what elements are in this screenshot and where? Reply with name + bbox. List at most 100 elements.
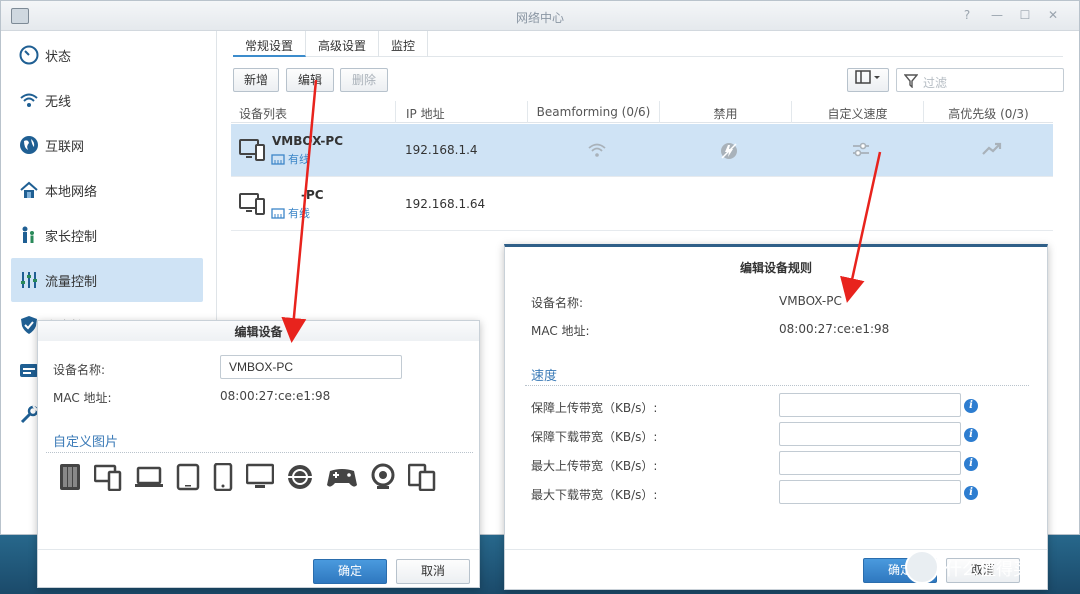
priority-trend-icon[interactable] [981, 141, 1003, 157]
device-name: -PC [301, 188, 324, 202]
guaranteed-upload-input[interactable] [779, 393, 961, 417]
image-picker [58, 463, 436, 491]
disable-icon[interactable] [719, 141, 739, 161]
gamepad-icon[interactable] [326, 463, 358, 491]
sidebar-item-wireless[interactable]: 无线 [11, 78, 203, 122]
network-globe-icon[interactable] [286, 463, 314, 491]
device-table-header: 设备列表 IP 地址 Beamforming (0/6) 禁用 自定义速度 高优… [231, 101, 1053, 123]
dialog-title: 编辑设备 [234, 325, 283, 339]
delete-button[interactable]: 删除 [340, 68, 388, 92]
window-title: 网络中心 [515, 11, 564, 25]
sidebar-item-internet[interactable]: 互联网 [11, 123, 203, 167]
edit-device-dialog: 编辑设备 设备名称: MAC 地址: 08:00:27:ce:e1:98 自定义… [37, 320, 480, 588]
sidebar-item-label: 无线 [45, 94, 72, 110]
info-icon[interactable]: i [964, 457, 978, 471]
ok-button[interactable]: 确定 [313, 559, 387, 584]
connection-label: 有线 [288, 153, 310, 166]
device-ip: 192.168.1.4 [405, 143, 478, 157]
connection-label: 有线 [288, 207, 310, 220]
tab-monitor[interactable]: 监控 [379, 31, 429, 57]
beamforming-wifi-icon[interactable] [587, 141, 607, 159]
sidebar-item-label: 状态 [45, 49, 72, 65]
sliders-icon [19, 270, 39, 290]
mac-value: 08:00:27:ce:e1:98 [779, 322, 890, 336]
info-icon[interactable]: i [964, 428, 978, 442]
edit-button[interactable]: 编辑 [286, 68, 334, 92]
family-icon [19, 225, 39, 245]
cancel-button[interactable]: 取消 [396, 559, 470, 584]
monitor-icon[interactable] [246, 463, 274, 491]
edit-rule-dialog: 编辑设备规则 设备名称: VMBOX-PC MAC 地址: 08:00:27:c… [504, 244, 1048, 590]
watermark: 什么值得买 [905, 550, 1030, 584]
filter-input[interactable]: 过滤 [896, 68, 1064, 92]
device-name-input[interactable] [220, 355, 402, 379]
sidebar-item-status[interactable]: 状态 [11, 33, 203, 77]
table-row[interactable]: -PC 有线 192.168.1.64 [231, 178, 1053, 231]
computer-icon [239, 193, 265, 215]
dialog-footer [38, 549, 479, 550]
grid-view-icon [855, 70, 880, 84]
field-label: 保障上传带宽（KB/s）: [531, 401, 658, 415]
tab-advanced[interactable]: 高级设置 [306, 31, 380, 57]
field-label: 保障下载带宽（KB/s）: [531, 430, 658, 444]
connection-type: 有线 [271, 205, 310, 221]
gauge-icon [19, 45, 39, 65]
divider [525, 385, 1029, 386]
help-icon[interactable]: ? [959, 7, 975, 23]
maximize-icon[interactable]: ☐ [1017, 7, 1033, 23]
table-row[interactable]: VMBOX-PC 有线 192.168.1.4 [231, 124, 1053, 177]
connection-type: 有线 [271, 151, 310, 167]
sidebar-item-parental-control[interactable]: 家长控制 [11, 213, 203, 257]
wrench-icon [19, 405, 39, 425]
view-toggle-button[interactable] [847, 68, 889, 92]
notification-icon [19, 360, 39, 380]
filter-placeholder: 过滤 [923, 76, 948, 90]
info-icon[interactable]: i [964, 399, 978, 413]
watermark-logo-icon [905, 550, 939, 584]
column-header-priority[interactable]: 高优先级 (0/3) [923, 101, 1053, 123]
minimize-icon[interactable]: — [989, 7, 1005, 23]
phone-icon[interactable] [212, 463, 234, 491]
add-button[interactable]: 新增 [233, 68, 279, 92]
ethernet-icon [271, 207, 285, 219]
shield-icon [19, 315, 39, 335]
column-header-ip[interactable]: IP 地址 [395, 101, 527, 123]
sidebar-item-local-network[interactable]: 本地网络 [11, 168, 203, 212]
column-header-device[interactable]: 设备列表 [239, 105, 287, 122]
computer-icon [239, 139, 265, 161]
device-ip: 192.168.1.64 [405, 197, 486, 211]
column-header-custom-speed[interactable]: 自定义速度 [791, 101, 923, 123]
device-name-label: 设备名称: [531, 296, 584, 310]
laptop-icon[interactable] [134, 463, 164, 491]
device-name: VMBOX-PC [272, 134, 344, 148]
max-download-input[interactable] [779, 480, 961, 504]
wifi-icon [19, 90, 39, 110]
webcam-icon[interactable] [370, 463, 396, 491]
globe-icon [19, 135, 39, 155]
multi-device-icon[interactable] [408, 463, 436, 491]
desktop-phone-icon[interactable] [94, 463, 122, 491]
ethernet-icon [271, 153, 285, 165]
tablet-icon[interactable] [176, 463, 200, 491]
sidebar-item-traffic-control[interactable]: 流量控制 [11, 258, 203, 302]
device-name-label: 设备名称: [53, 363, 106, 377]
close-icon[interactable]: ✕ [1045, 7, 1061, 23]
column-header-disable[interactable]: 禁用 [659, 101, 791, 123]
field-label: 最大上传带宽（KB/s）: [531, 459, 658, 473]
field-label: 最大下载带宽（KB/s）: [531, 488, 658, 502]
guaranteed-download-input[interactable] [779, 422, 961, 446]
tab-general[interactable]: 常规设置 [233, 31, 307, 57]
sidebar-item-label: 本地网络 [45, 184, 98, 200]
column-header-beamforming[interactable]: Beamforming (0/6) [527, 101, 659, 123]
tab-bar: 常规设置 高级设置 监控 [233, 31, 1063, 57]
section-title: 自定义图片 [53, 435, 119, 450]
sidebar-item-label: 家长控制 [45, 229, 98, 245]
dialog-title: 编辑设备规则 [739, 261, 812, 275]
max-upload-input[interactable] [779, 451, 961, 475]
mac-value: 08:00:27:ce:e1:98 [220, 389, 331, 403]
sidebar-item-label: 流量控制 [45, 274, 98, 290]
nas-icon[interactable] [58, 463, 82, 491]
custom-speed-icon[interactable] [851, 141, 871, 159]
sidebar-item-label: 互联网 [45, 139, 85, 155]
info-icon[interactable]: i [964, 486, 978, 500]
